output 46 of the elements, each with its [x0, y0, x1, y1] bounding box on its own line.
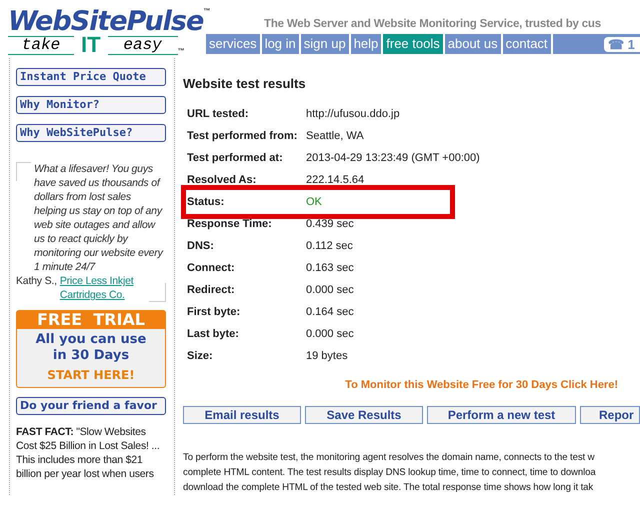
free-trial-banner[interactable]: FREE TRIAL All you can use in 30 Days START HERE!	[16, 310, 166, 388]
field-value: 2013-04-29 13:23:49 (GMT +00:00)	[306, 152, 480, 164]
field-label: Test performed at:	[187, 152, 284, 164]
tagline: The Web Server and Website Monitoring Service, trusted by cus	[264, 18, 602, 30]
action-button[interactable]: Save Results	[305, 406, 423, 424]
phone-number: ☎ 1	[604, 36, 640, 52]
sidebar-link[interactable]: Instant Price Quote	[16, 68, 166, 86]
field-value: 0.000 sec	[306, 284, 354, 296]
field-value: Seattle, WA	[306, 130, 364, 142]
action-button[interactable]: Email results	[183, 406, 301, 424]
field-value: 0.163 sec	[306, 262, 354, 274]
nav-link[interactable]: free tools	[383, 34, 443, 54]
field-label: Resolved As:	[187, 174, 258, 186]
slogan-word: easy	[108, 36, 178, 54]
field-value: OK	[306, 196, 322, 208]
company-link[interactable]: Price Less Inkjet Cartridges Co.	[60, 274, 146, 302]
field-value: 0.164 sec	[306, 306, 354, 318]
field-value: 222.14.5.64	[306, 174, 364, 186]
fast-fact: FAST FACT: "Slow Websites Cost $25 Billion in Lost Sales! ... This includes more than $21 billion per year lost when users	[16, 425, 161, 481]
field-label: Response Time:	[187, 218, 273, 230]
sidebar-link[interactable]: Why Monitor?	[16, 96, 166, 114]
field-label: URL tested:	[187, 108, 250, 120]
field-value: 19 bytes	[306, 350, 348, 362]
description-paragraph: To perform the website test, the monitoring agent resolves the domain name, connects to the test w complete HTML content. The test results display DNS lookup time, time to connect, time to downloa download the complete HTML of the tested web site. The total response time shows how long it tak	[183, 451, 597, 495]
field-label: Redirect:	[187, 284, 236, 296]
field-label: Test performed from:	[187, 130, 298, 142]
action-button[interactable]: Perform a new test	[427, 406, 576, 424]
field-value: 0.439 sec	[306, 218, 354, 230]
field-label: Connect:	[187, 262, 236, 274]
slogan-word: take	[8, 36, 74, 54]
page-title: Website test results	[183, 76, 307, 91]
field-label: Last byte:	[187, 328, 240, 340]
logo[interactable]: WebSitePulse	[8, 8, 204, 35]
field-value: 0.000 sec	[306, 328, 354, 340]
field-label: First byte:	[187, 306, 242, 318]
field-value: http://ufusou.ddo.jp	[306, 108, 400, 120]
sidebar-link[interactable]: Do your friend a favor	[16, 397, 166, 415]
sidebar-link[interactable]: Why WebSitePulse?	[16, 124, 166, 142]
field-value: 0.112 sec	[306, 240, 353, 252]
action-button[interactable]: Repor	[580, 406, 640, 424]
field-label: Size:	[187, 350, 214, 362]
testimonial-author: Kathy S.,	[16, 274, 57, 288]
field-label: DNS:	[187, 240, 215, 252]
testimonial-quote: What a lifesaver! You guys have saved us thousands of dollars from lost sales helping us stay on top of any web site outages and allow us to react quickly by monitoring our website every 1 minute 24/7	[34, 162, 164, 274]
slogan-word: IT	[80, 35, 102, 55]
field-label: Status:	[187, 196, 226, 208]
